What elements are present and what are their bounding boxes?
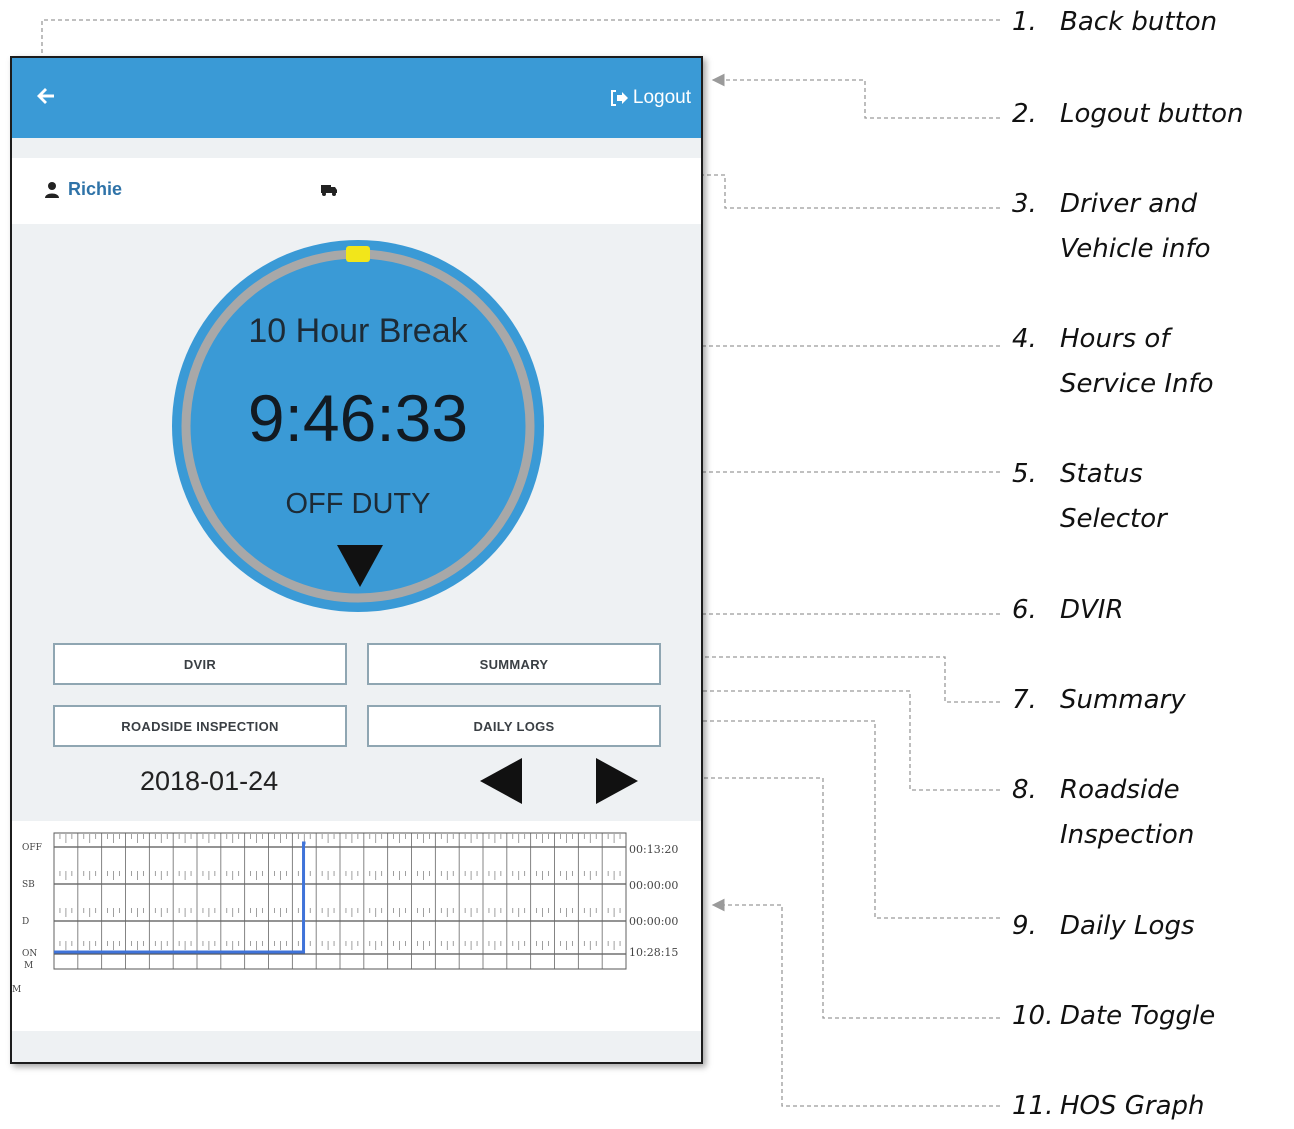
annotation-number: 6. — [1012, 595, 1037, 625]
roadside-inspection-button[interactable]: ROADSIDE INSPECTION — [53, 705, 347, 747]
triangle-left-icon — [480, 758, 522, 804]
graph-row-label: ON — [22, 949, 38, 959]
daily-logs-button[interactable]: DAILY LOGS — [367, 705, 661, 747]
duty-status: OFF DUTY — [285, 488, 431, 520]
annotation-number: 7. — [1012, 685, 1037, 715]
status-selector[interactable] — [337, 545, 383, 587]
user-icon — [45, 181, 59, 198]
graph-row-label: SB — [22, 880, 35, 890]
annotation-text: Logout button — [1060, 99, 1244, 129]
graph-hour-end-label: M — [12, 985, 22, 995]
driver-vehicle-info: Richie — [12, 158, 701, 224]
annotation-text: Status Selector — [1060, 459, 1167, 534]
annotation-number: 3. — [1012, 189, 1037, 219]
logout-button[interactable]: Logout — [609, 86, 691, 110]
triangle-right-icon — [596, 758, 638, 804]
annotation-text: Date Toggle — [1060, 1001, 1216, 1031]
truck-icon — [321, 185, 337, 196]
annotation-number: 10. — [1012, 1001, 1054, 1031]
hos-timer: 9:46:33 — [247, 381, 469, 455]
annotation-number: 8. — [1012, 775, 1037, 805]
logout-label: Logout — [632, 87, 691, 108]
annotation-number: 4. — [1012, 324, 1037, 354]
annotation-number: 1. — [1012, 7, 1037, 37]
annotation-number: 2. — [1012, 99, 1037, 129]
driver-info: Richie — [44, 179, 122, 200]
graph-row-total: 10:28:15 — [629, 946, 679, 959]
driver-name: Richie — [68, 179, 123, 199]
date-prev-button[interactable] — [480, 758, 522, 804]
annotation-text: HOS Graph — [1060, 1091, 1205, 1121]
hos-period-title: 10 Hour Break — [248, 312, 468, 350]
graph-row-label: OFF — [22, 843, 42, 853]
annotation-text: DVIR — [1060, 595, 1124, 625]
annotation-text: Hours of Service Info — [1060, 324, 1214, 399]
hos-graph: OFF SB D ON M M 00:13:20 00:00:00 00:00:… — [12, 821, 701, 1031]
annotation-text: Daily Logs — [1060, 911, 1195, 941]
graph-row-total: 00:00:00 — [629, 879, 679, 892]
phone-screen: Logout Richie 10 Hour Break 9:46:33 OFF … — [10, 56, 703, 1064]
date-next-button[interactable] — [596, 758, 638, 804]
log-date: 2018-01-24 — [140, 766, 279, 796]
graph-row-total: 00:00:00 — [629, 915, 679, 928]
dvir-button[interactable]: DVIR — [53, 643, 347, 685]
graph-hour-start-label: M — [24, 961, 34, 971]
logout-icon — [610, 90, 628, 106]
annotation-text: Summary — [1060, 685, 1186, 715]
graph-row-total: 00:13:20 — [629, 843, 679, 856]
annotation-number: 5. — [1012, 459, 1037, 489]
app-header-bar: Logout — [12, 58, 701, 138]
hos-graph-grid — [53, 832, 627, 970]
back-button[interactable] — [34, 84, 58, 108]
annotation-text: Back button — [1060, 7, 1218, 37]
triangle-down-icon — [337, 545, 383, 587]
duty-status-trace — [54, 841, 306, 954]
annotation-number: 11. — [1012, 1091, 1054, 1121]
summary-button[interactable]: SUMMARY — [367, 643, 661, 685]
annotation-number: 9. — [1012, 911, 1037, 941]
annotation-text: Driver and Vehicle info — [1060, 189, 1211, 264]
arrow-left-icon — [37, 88, 54, 104]
annotation-text: Roadside Inspection — [1060, 775, 1195, 850]
graph-row-label: D — [22, 917, 30, 927]
